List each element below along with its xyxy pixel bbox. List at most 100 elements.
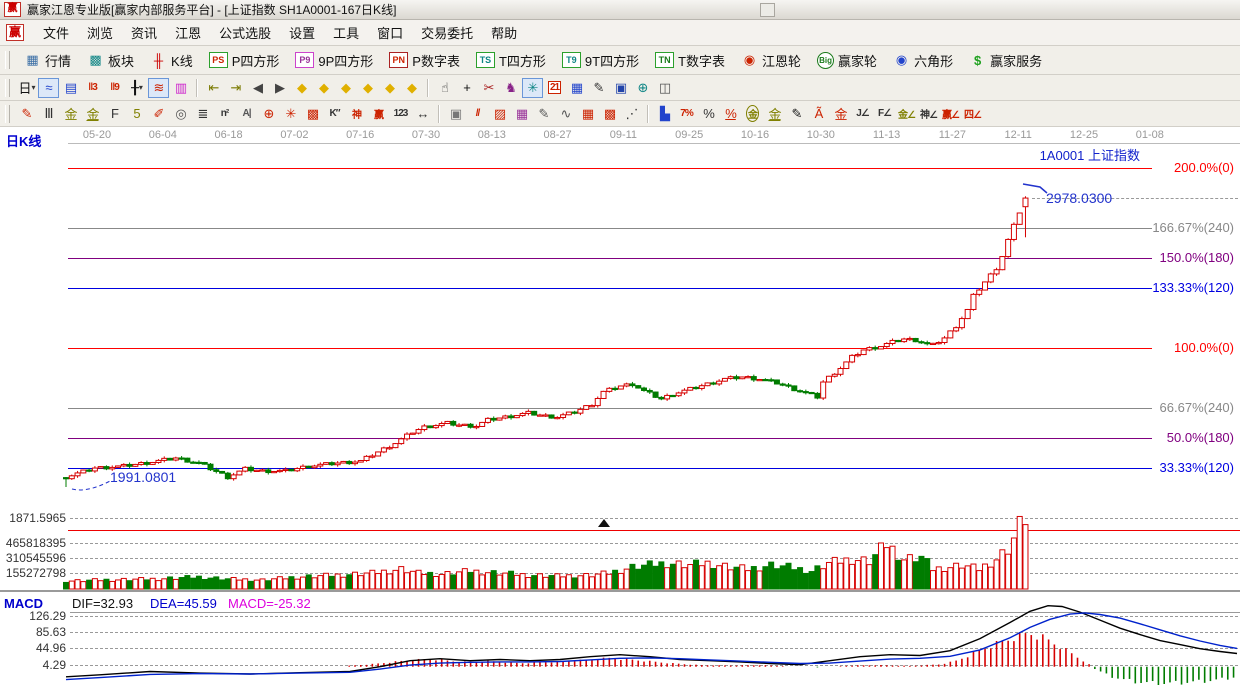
axis-bars-tool[interactable]: ▙ (654, 104, 675, 124)
square-web-tool[interactable]: ▩ (302, 104, 323, 124)
notes-tool-button[interactable]: ✎ (588, 78, 609, 98)
info-panel-button[interactable]: ▤ (60, 78, 81, 98)
bars-3-button[interactable]: ‖3 (82, 78, 103, 98)
go-first-button[interactable]: ⇤ (203, 78, 224, 98)
toolbar-grip[interactable] (5, 51, 10, 69)
hexagon-button[interactable]: ◉六角形 (886, 48, 960, 73)
menu-item[interactable]: 公式选股 (210, 20, 280, 45)
toolbar-grip[interactable] (5, 105, 10, 123)
vertical-grid-tool[interactable]: Ⅲ (38, 104, 59, 124)
shen-grid-tool[interactable]: 神 (346, 104, 367, 124)
gann-tool-button[interactable]: ♞ (500, 78, 521, 98)
save-tool-button[interactable]: ▣ (610, 78, 631, 98)
select-box-tool[interactable]: ▣ (445, 104, 466, 124)
mirror-a-tool[interactable]: A| (236, 104, 257, 124)
parallel-lines-tool[interactable]: ⋰ (621, 104, 642, 124)
kline-pattern-button[interactable]: ≋ (148, 78, 169, 98)
zoom-right-button[interactable]: ◆ (313, 78, 334, 98)
angle-shen-tool[interactable]: 神∠ (918, 104, 939, 124)
p-number-button[interactable]: PNP数字表 (382, 48, 467, 73)
menu-item[interactable]: 江恩 (166, 20, 210, 45)
smart-analysis-button[interactable]: ✳ (522, 78, 543, 98)
angle-ying-tool[interactable]: 赢∠ (940, 104, 961, 124)
candle-type-dropdown[interactable]: ╂▾ (126, 78, 147, 98)
pen-bars-tool[interactable]: ✎ (786, 104, 807, 124)
measure-tool-button[interactable]: ✂ (478, 78, 499, 98)
crosshair-tool-button[interactable]: + (456, 78, 477, 98)
hand-tool-button[interactable]: ☝ (434, 78, 455, 98)
system-tool-button[interactable]: ◫ (654, 78, 675, 98)
gold-red-tool[interactable]: 金 (830, 104, 851, 124)
menu-item[interactable]: 工具 (324, 20, 368, 45)
calendar-tool-button[interactable]: 21 (544, 78, 565, 98)
width-measure-tool[interactable]: ↔ (412, 104, 433, 124)
web-sync-tool-button[interactable]: ⊕ (632, 78, 653, 98)
angle-f-tool[interactable]: F∠ (874, 104, 895, 124)
percent-line-tool[interactable]: % (720, 104, 741, 124)
fan-lines-tool[interactable]: // (467, 104, 488, 124)
pattern-box-tool[interactable]: ▦ (511, 104, 532, 124)
expand-both-button[interactable]: ◆ (379, 78, 400, 98)
gold-grid-2-tool[interactable]: 金 (82, 104, 103, 124)
k-marks-tool[interactable]: K″ (324, 104, 345, 124)
spiral-5-tool[interactable]: 5 (126, 104, 147, 124)
menu-item[interactable]: 文件 (34, 20, 78, 45)
cycle-circle-tool[interactable]: ◎ (170, 104, 191, 124)
quotes-button[interactable]: ▦行情 (17, 48, 78, 73)
gann-wheel-button[interactable]: ◉江恩轮 (734, 48, 808, 73)
menu-item[interactable]: 设置 (280, 20, 324, 45)
menu-item[interactable]: 窗口 (368, 20, 412, 45)
expand-horizontal-button[interactable]: ◆ (335, 78, 356, 98)
radial-web-tool[interactable]: ✳ (280, 104, 301, 124)
dense-grid-tool[interactable]: ≣ (192, 104, 213, 124)
pencil-lines-tool[interactable]: ✎ (533, 104, 554, 124)
t-square-button[interactable]: TST四方形 (469, 48, 553, 73)
page-next-button[interactable]: ▶ (269, 78, 290, 98)
menu-item[interactable]: 帮助 (482, 20, 526, 45)
angle-si-tool[interactable]: 四∠ (962, 104, 983, 124)
zoom-right-button-icon: ◆ (319, 80, 328, 96)
compress-both-button[interactable]: ◆ (401, 78, 422, 98)
zoom-left-button[interactable]: ◆ (291, 78, 312, 98)
menu-item[interactable]: 交易委托 (412, 20, 482, 45)
ninep-square-button[interactable]: P99P四方形 (288, 48, 380, 73)
percent-target-tool[interactable]: 7% (676, 104, 697, 124)
ninet-square-button[interactable]: T99T四方形 (555, 48, 646, 73)
trend-curve-button[interactable]: ≈ (38, 78, 59, 98)
sectors-button[interactable]: ▩板块 (80, 48, 141, 73)
gold-circle-tool[interactable]: 金 (742, 104, 763, 124)
toolbar-grip[interactable] (5, 79, 10, 97)
page-prev-button[interactable]: ◀ (247, 78, 268, 98)
bars-9-button[interactable]: ‖9 (104, 78, 125, 98)
n-squared-tool[interactable]: n² (214, 104, 235, 124)
f-grid-tool[interactable]: F (104, 104, 125, 124)
angle-gold-tool[interactable]: 金∠ (896, 104, 917, 124)
ying-grid-tool[interactable]: 赢 (368, 104, 389, 124)
go-last-button[interactable]: ⇥ (225, 78, 246, 98)
circle-cross-tool[interactable]: ⊕ (258, 104, 279, 124)
kline-button[interactable]: ╫K线 (143, 48, 200, 73)
menu-item[interactable]: 资讯 (122, 20, 166, 45)
gold-grid-1-tool[interactable]: 金 (60, 104, 81, 124)
angle-j-tool[interactable]: J∠ (852, 104, 873, 124)
compress-horizontal-button[interactable]: ◆ (357, 78, 378, 98)
period-day-dropdown[interactable]: 日▾ (16, 78, 37, 98)
menu-item[interactable]: 浏览 (78, 20, 122, 45)
red-grid-box-tool[interactable]: ▩ (599, 104, 620, 124)
zigzag-line-tool[interactable]: ∿ (555, 104, 576, 124)
airbrush-tool[interactable]: ✎ (16, 104, 37, 124)
gold-lines-tool[interactable]: 金 (764, 104, 785, 124)
grid-123-tool[interactable]: 123 (390, 104, 411, 124)
t-number-button[interactable]: TNT数字表 (648, 48, 732, 73)
p-square-button[interactable]: PSP四方形 (202, 48, 287, 73)
rocket-grid-tool[interactable]: ✐ (148, 104, 169, 124)
percent-tool[interactable]: % (698, 104, 719, 124)
red-grid-tool[interactable]: ▦ (577, 104, 598, 124)
color-volume-button[interactable]: ▥ (170, 78, 191, 98)
calculator-tool-button[interactable]: ▦ (566, 78, 587, 98)
winner-wheel-button[interactable]: Big赢家轮 (810, 48, 884, 73)
window-control-button[interactable] (760, 3, 775, 17)
winner-service-button[interactable]: $赢家服务 (962, 48, 1049, 73)
diagonal-box-tool[interactable]: ▨ (489, 104, 510, 124)
wave-a-tool[interactable]: Ã (808, 104, 829, 124)
